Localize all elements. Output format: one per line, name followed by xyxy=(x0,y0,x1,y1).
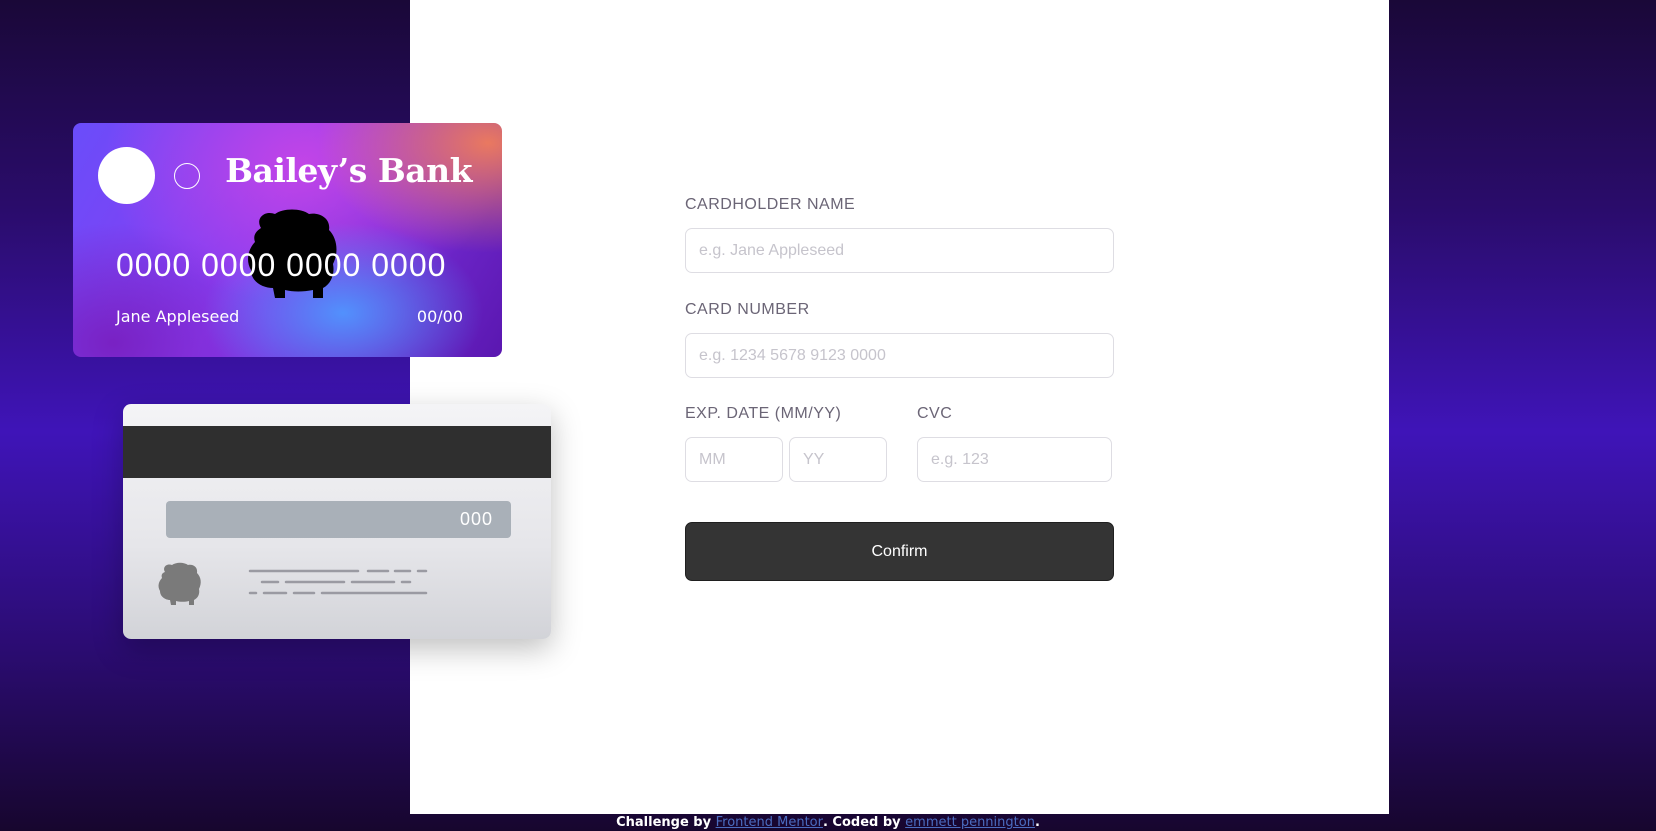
cardholder-name-input[interactable] xyxy=(685,228,1114,273)
card-holder-display: Jane Appleseed xyxy=(116,307,240,326)
exp-date-label: EXP. DATE (MM/YY) xyxy=(685,405,842,422)
signature-strip: 000 xyxy=(166,501,511,538)
cvc-label: CVC xyxy=(917,405,953,422)
cardholder-label: CARDHOLDER NAME xyxy=(685,196,856,213)
form-panel xyxy=(410,0,1389,814)
card-number-label: CARD NUMBER xyxy=(685,301,810,318)
card-logo-ring-icon xyxy=(174,163,200,189)
card-number-display: 0000 0000 0000 0000 xyxy=(116,247,447,283)
card-expiry-display: 00/00 xyxy=(416,307,463,326)
footer-middle: . Coded by xyxy=(822,815,906,830)
exp-month-input[interactable] xyxy=(685,437,783,482)
author-link[interactable]: emmett pennington xyxy=(905,815,1035,830)
card-logo-circle-icon xyxy=(98,147,155,204)
footer-prefix: Challenge by xyxy=(616,815,716,830)
card-fine-print xyxy=(248,569,428,595)
card-front: Bailey’s Bank 0000 0000 0000 0000 Jane A… xyxy=(73,123,502,357)
card-back: 000 xyxy=(123,404,551,639)
magnetic-stripe xyxy=(123,426,551,478)
cvc-input[interactable] xyxy=(917,437,1112,482)
attribution-footer: Challenge by Frontend Mentor. Coded by e… xyxy=(0,814,1656,831)
exp-year-input[interactable] xyxy=(789,437,887,482)
confirm-button[interactable]: Confirm xyxy=(685,522,1114,581)
card-cvc-display: 000 xyxy=(459,509,493,529)
bank-name: Bailey’s Bank xyxy=(225,151,472,190)
frontend-mentor-link[interactable]: Frontend Mentor xyxy=(716,815,823,830)
bulldog-icon xyxy=(158,562,201,605)
card-number-input[interactable] xyxy=(685,333,1114,378)
footer-suffix: . xyxy=(1034,815,1040,830)
